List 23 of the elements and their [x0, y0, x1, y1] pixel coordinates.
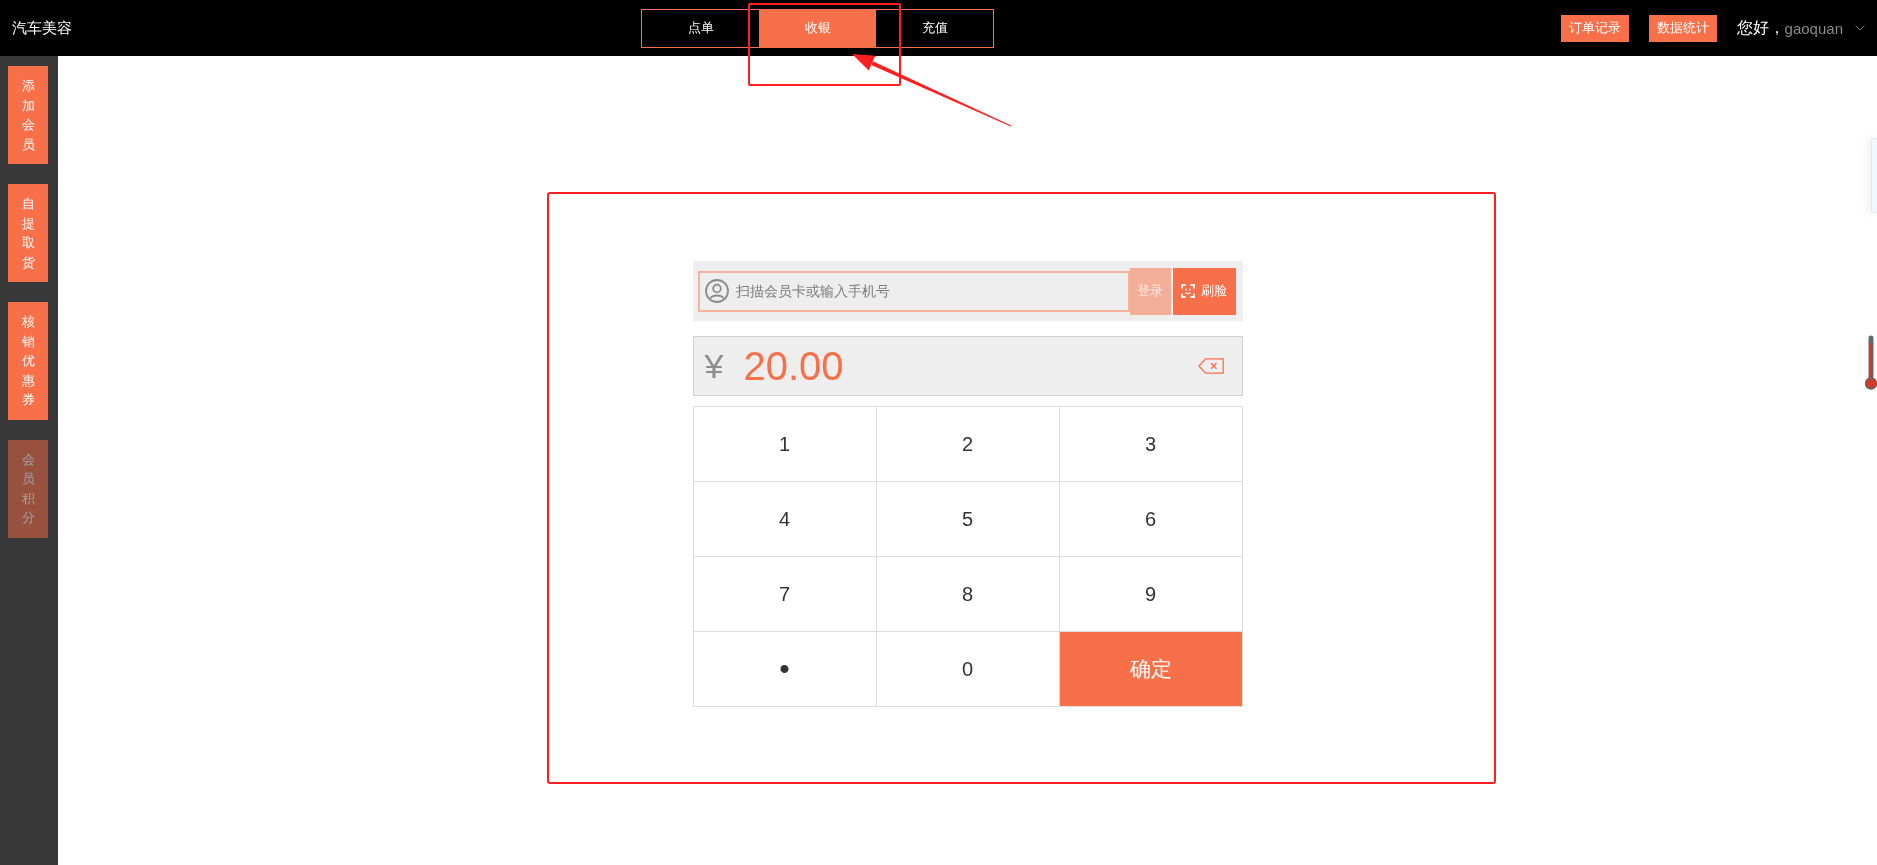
chevron-down-icon[interactable]	[1855, 25, 1865, 31]
currency-symbol: ¥	[704, 346, 724, 386]
thermometer-icon	[1865, 335, 1877, 390]
app-title: 汽车美容	[12, 18, 72, 38]
keypad-key[interactable]: 2	[876, 407, 1060, 482]
keypad-key[interactable]: 4	[693, 482, 877, 557]
keypad-key[interactable]: 5	[876, 482, 1060, 557]
keypad-key[interactable]: 0	[876, 632, 1060, 707]
amount-value: 20.00	[743, 343, 844, 389]
user-icon	[704, 279, 729, 303]
member-search-field[interactable]: 扫描会员卡或输入手机号	[697, 270, 1130, 312]
keypad-key[interactable]: 7	[693, 557, 877, 632]
face-scan-icon	[1181, 284, 1195, 298]
keypad-key[interactable]: 3	[1059, 407, 1243, 482]
keypad-key[interactable]: 1	[693, 407, 877, 482]
keypad-key[interactable]: 9	[1059, 557, 1243, 632]
backspace-button[interactable]	[1197, 358, 1224, 374]
keypad-key[interactable]: 6	[1059, 482, 1243, 557]
user-name[interactable]: gaoquan	[1784, 19, 1843, 37]
keypad-key[interactable]: •	[693, 632, 877, 707]
greeting-text: 您好，	[1736, 17, 1785, 38]
backspace-icon	[1197, 358, 1224, 374]
keypad-key[interactable]: 8	[876, 557, 1060, 632]
